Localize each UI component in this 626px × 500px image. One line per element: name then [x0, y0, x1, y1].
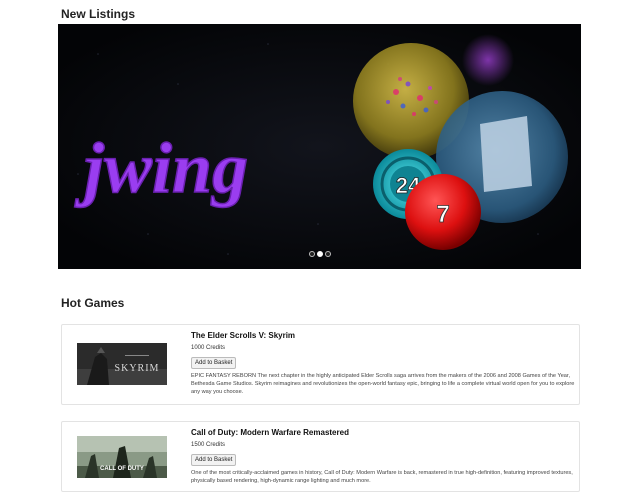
carousel-dot[interactable] — [308, 251, 315, 257]
carousel-indicators — [58, 251, 581, 257]
game-title: The Elder Scrolls V: Skyrim — [191, 331, 296, 340]
hot-games-heading: Hot Games — [61, 296, 125, 310]
game-title: Call of Duty: Modern Warfare Remastered — [191, 428, 349, 437]
new-listings-heading: New Listings — [61, 7, 136, 21]
cod-cover-text: CALL OF DUTY — [100, 466, 144, 472]
add-to-basket-button[interactable]: Add to Basket — [191, 454, 237, 466]
game-card-skyrim: SKYRIM The Elder Scrolls V: Skyrim 1000 … — [61, 324, 580, 405]
carousel-dot[interactable] — [324, 251, 331, 257]
game-cover-call-of-duty[interactable]: CALL OF DUTY — [77, 436, 167, 478]
skyrim-cover-text: SKYRIM — [115, 363, 160, 374]
red-ball-number: 7 — [436, 201, 449, 228]
glass-card-icon — [480, 116, 532, 192]
add-to-basket-button[interactable]: Add to Basket — [191, 357, 237, 369]
game-cover-skyrim[interactable]: SKYRIM — [77, 343, 167, 385]
game-description: EPIC FANTASY REBORN The next chapter in … — [191, 373, 575, 395]
game-card-call-of-duty: CALL OF DUTY Call of Duty: Modern Warfar… — [61, 421, 580, 492]
jwing-logo: jwing — [74, 128, 248, 208]
game-price: 1500 Credits — [191, 442, 226, 448]
game-price: 1000 Credits — [191, 345, 226, 351]
purple-orb-icon — [462, 34, 514, 86]
game-description: One of the most critically-acclaimed gam… — [191, 470, 573, 484]
new-listings-carousel[interactable]: jwing 24 7 — [58, 24, 581, 269]
carousel-dot-active[interactable] — [316, 251, 323, 257]
banner-image[interactable]: jwing 24 7 — [58, 24, 581, 269]
